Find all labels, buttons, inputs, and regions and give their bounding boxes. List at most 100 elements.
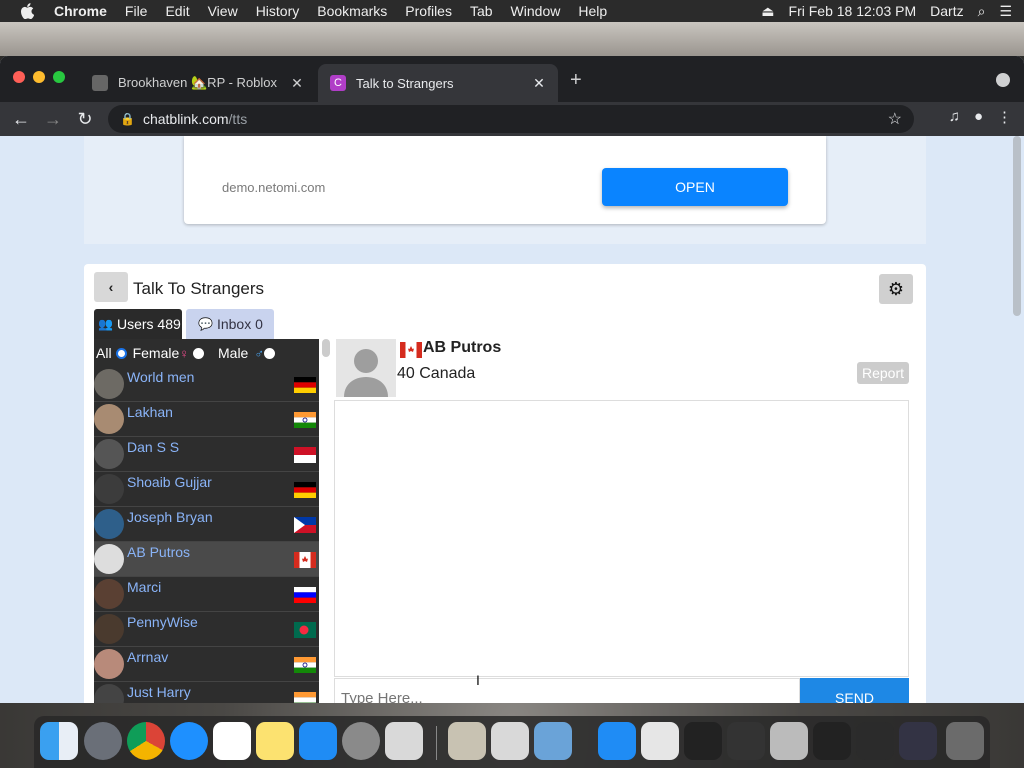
page-scrollbar[interactable]	[1013, 136, 1021, 316]
minimize-window-button[interactable]	[33, 71, 45, 83]
filter-female-radio[interactable]	[193, 347, 204, 359]
address-bar[interactable]: 🔒 chatblink.com/tts ☆	[108, 105, 914, 133]
reload-icon[interactable]: ↻	[74, 108, 96, 130]
launchpad-icon[interactable]	[84, 722, 122, 760]
flag-slovenia-icon	[294, 587, 316, 603]
settings-button[interactable]: ⚙	[879, 274, 913, 304]
user-list-scrollbar[interactable]	[322, 339, 330, 357]
app-store-icon[interactable]	[299, 722, 337, 760]
user-row[interactable]: Marci	[94, 577, 319, 612]
tab-search-icon[interactable]	[996, 73, 1010, 87]
calendar-icon[interactable]	[213, 722, 251, 760]
spotlight-search-icon[interactable]: ⌕	[978, 3, 986, 20]
menu-file[interactable]: File	[125, 3, 148, 19]
users-tab-label: Users 489	[116, 316, 181, 332]
finder-icon[interactable]	[40, 722, 78, 760]
chevron-left-icon: ‹	[108, 279, 114, 295]
menu-user[interactable]: Dartz	[930, 3, 963, 19]
user-row[interactable]: World men	[94, 367, 319, 402]
roblox-icon[interactable]	[385, 722, 423, 760]
menu-view[interactable]: View	[208, 3, 238, 19]
font-book-icon[interactable]	[448, 722, 486, 760]
menu-help[interactable]: Help	[578, 3, 607, 19]
flag-india-icon	[294, 657, 316, 673]
menu-window[interactable]: Window	[511, 3, 561, 19]
avatar	[94, 509, 124, 539]
menu-profiles[interactable]: Profiles	[405, 3, 452, 19]
report-button[interactable]: Report	[857, 362, 909, 384]
menu-history[interactable]: History	[256, 3, 300, 19]
tab-inbox[interactable]: 💬 Inbox 0	[186, 309, 274, 339]
flag-bangladesh-icon	[294, 622, 316, 638]
window-thumbnail-icon[interactable]	[770, 722, 808, 760]
filter-male-label: Male	[218, 345, 249, 361]
safari-icon[interactable]	[170, 722, 208, 760]
url-path: /tts	[228, 111, 248, 127]
user-row[interactable]: Joseph Bryan	[94, 507, 319, 542]
user-list: All Female ♀ Male ♂ World men Lakhan Dan…	[94, 339, 319, 703]
close-window-button[interactable]	[13, 71, 25, 83]
gear-icon: ⚙	[887, 278, 905, 299]
user-row[interactable]: PennyWise	[94, 612, 319, 647]
user-name: Shoaib Gujjar	[127, 474, 212, 490]
media-control-icon[interactable]: ♫	[949, 108, 960, 126]
window-thumbnail-icon[interactable]	[727, 722, 765, 760]
lock-icon: 🔒	[120, 112, 135, 126]
filter-all-radio[interactable]	[115, 347, 127, 359]
tab-roblox[interactable]: Brookhaven 🏡RP - Roblox ✕	[80, 64, 316, 102]
preview-icon[interactable]	[534, 722, 572, 760]
user-row[interactable]: Just Harry	[94, 682, 319, 703]
forward-icon[interactable]: →	[42, 108, 64, 130]
ad-banner[interactable]: demo.netomi.com OPEN	[184, 136, 826, 224]
close-tab-icon[interactable]: ✕	[288, 75, 306, 92]
user-row[interactable]: Shoaib Gujjar	[94, 472, 319, 507]
control-center-icon[interactable]: ☰	[999, 3, 1012, 20]
app-store-window-icon[interactable]	[598, 722, 636, 760]
window-thumbnail-icon[interactable]	[813, 722, 851, 760]
tab-title: Talk to Strangers	[356, 75, 454, 91]
window-thumbnail-icon[interactable]	[856, 722, 894, 760]
document-thumbnail-icon[interactable]	[641, 722, 679, 760]
menu-app-name[interactable]: Chrome	[54, 3, 107, 19]
message-input[interactable]	[334, 678, 800, 703]
user-row[interactable]: Lakhan	[94, 402, 319, 437]
window-thumbnail-icon[interactable]	[899, 722, 937, 760]
user-row[interactable]: Arrnav	[94, 647, 319, 682]
roblox-studio-icon[interactable]	[491, 722, 529, 760]
filter-male-radio[interactable]	[264, 347, 276, 359]
bookmark-star-icon[interactable]: ☆	[888, 109, 902, 129]
inbox-tab-label: Inbox 0	[216, 316, 263, 332]
back-button[interactable]: ‹	[94, 272, 128, 302]
new-tab-icon[interactable]: +	[570, 70, 582, 90]
menu-bookmarks[interactable]: Bookmarks	[317, 3, 387, 19]
flag-india-icon	[294, 412, 316, 428]
user-row[interactable]: Dan S S	[94, 437, 319, 472]
wallpaper-strip	[0, 22, 1024, 56]
send-button[interactable]: SEND	[800, 678, 909, 703]
avatar	[94, 439, 124, 469]
menu-tab[interactable]: Tab	[470, 3, 493, 19]
menu-edit[interactable]: Edit	[165, 3, 189, 19]
tab-talk-to-strangers[interactable]: C Talk to Strangers ✕	[318, 64, 558, 102]
dock	[34, 716, 990, 768]
chrome-icon[interactable]	[127, 722, 165, 760]
menu-clock[interactable]: Fri Feb 18 12:03 PM	[789, 3, 917, 19]
apple-icon[interactable]	[20, 3, 34, 19]
user-name: Marci	[127, 579, 162, 595]
ad-open-button[interactable]: OPEN	[602, 168, 788, 206]
back-icon[interactable]: ←	[10, 108, 32, 130]
zoom-window-button[interactable]	[53, 71, 65, 83]
system-preferences-icon[interactable]	[342, 722, 380, 760]
tab-users[interactable]: 👥 Users 489	[94, 309, 182, 339]
eject-icon[interactable]: ⏏	[761, 3, 774, 20]
user-row-selected[interactable]: AB Putros	[94, 542, 319, 577]
more-menu-icon[interactable]: ⋮	[997, 108, 1012, 126]
close-tab-icon[interactable]: ✕	[530, 75, 548, 92]
users-icon: 👥	[98, 317, 113, 331]
notes-icon[interactable]	[256, 722, 294, 760]
profile-icon[interactable]: ●	[974, 108, 983, 126]
flag-philippines-icon	[294, 517, 316, 533]
filter-female-label: Female	[132, 345, 180, 361]
trash-icon[interactable]	[946, 722, 984, 760]
window-thumbnail-icon[interactable]	[684, 722, 722, 760]
